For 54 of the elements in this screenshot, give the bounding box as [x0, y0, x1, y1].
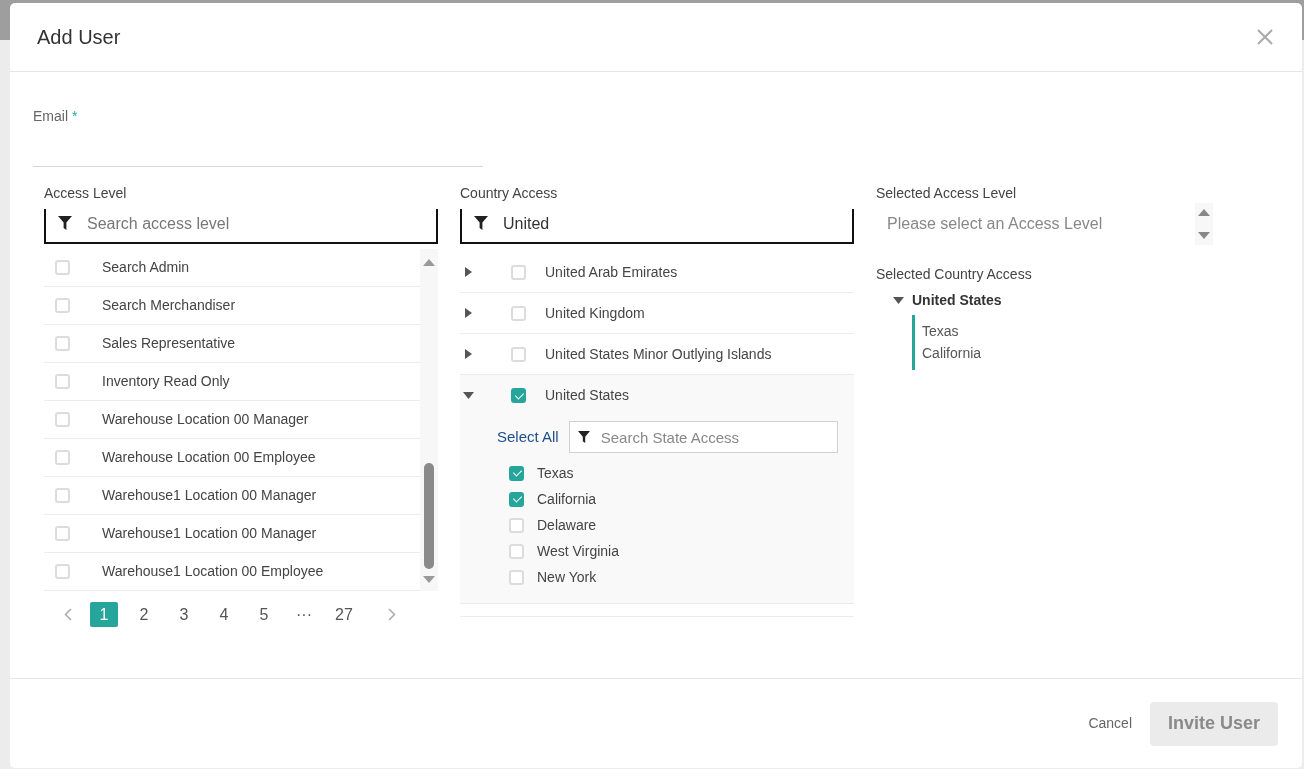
access-level-name: Warehouse1 Location 00 Employee — [102, 562, 324, 581]
page-button[interactable]: 2 — [130, 602, 158, 627]
page-button[interactable]: 3 — [170, 602, 198, 627]
access-level-name: Search Merchandiser — [102, 296, 236, 315]
page-button[interactable]: 27 — [330, 602, 358, 627]
access-level-name: Warehouse1 Location 00 Manager — [102, 524, 317, 543]
scrollbar[interactable] — [420, 249, 438, 591]
search-field[interactable]: Search access level — [44, 209, 438, 244]
access-level-name: Sales Representative — [102, 334, 236, 353]
access-level-name: Search Admin — [102, 258, 190, 277]
country-name: United Kingdom — [545, 303, 645, 323]
state-name: Texas — [537, 463, 574, 483]
caret-right-icon[interactable] — [464, 349, 472, 359]
state-name: New York — [537, 567, 597, 587]
chevron-right-icon[interactable] — [388, 608, 396, 621]
state-name: Texas — [922, 322, 959, 341]
search-field[interactable]: United — [460, 209, 854, 244]
filter-icon — [474, 216, 488, 230]
caret-down-icon[interactable] — [893, 296, 904, 304]
cancel-button[interactable]: Cancel — [1084, 707, 1136, 740]
close-icon[interactable] — [1257, 29, 1273, 45]
section-label: Access Level — [44, 185, 127, 202]
chevron-left-icon[interactable] — [64, 608, 72, 621]
checkbox[interactable] — [511, 388, 526, 403]
caret-right-icon[interactable] — [464, 267, 472, 277]
access-level-select[interactable]: Please select an Access Level — [876, 203, 1195, 245]
state-name: California — [537, 489, 597, 509]
access-level-name: Warehouse Location 00 Manager — [102, 410, 309, 429]
state-name: West Virginia — [537, 541, 619, 561]
field-label: Email * — [33, 108, 78, 125]
country-name: United States Minor Outlying Islands — [545, 344, 772, 364]
checkbox[interactable] — [509, 465, 524, 481]
dialog-title: Add User — [37, 25, 121, 49]
page-button[interactable]: 4 — [210, 602, 238, 627]
checkbox[interactable] — [509, 491, 524, 507]
page-button[interactable]: ··· — [290, 602, 318, 627]
country-name: United States — [545, 386, 630, 405]
caret-down-icon[interactable] — [462, 392, 474, 399]
caret-right-icon[interactable] — [464, 308, 472, 318]
country-name: United Arab Emirates — [545, 262, 678, 282]
scroll-arrows-icon[interactable] — [1195, 203, 1213, 245]
page-button[interactable]: 5 — [250, 602, 278, 627]
section-label: Country Access — [460, 185, 558, 202]
select-all-link[interactable]: Select All — [497, 425, 559, 449]
section-label: Selected Country Access — [876, 266, 1032, 283]
country-name: United States — [912, 290, 1002, 310]
access-level-name: Warehouse1 Location 00 Manager — [102, 486, 317, 505]
filter-icon — [577, 431, 590, 443]
filter-icon — [58, 216, 72, 230]
state-name: Delaware — [537, 515, 597, 535]
state-name: California — [922, 344, 982, 363]
access-level-name: Inventory Read Only — [102, 372, 230, 391]
access-level-name: Warehouse Location 00 Employee — [102, 448, 316, 467]
section-label: Selected Access Level — [876, 185, 1017, 202]
